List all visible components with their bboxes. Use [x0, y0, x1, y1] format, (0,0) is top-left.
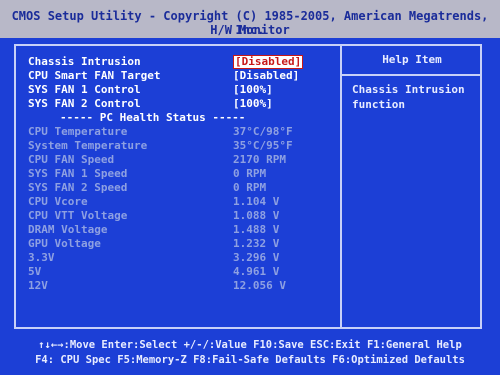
- setting-label: CPU Smart FAN Target: [28, 69, 161, 82]
- reading-cpu-vcore: CPU Vcore 1.104 V: [28, 195, 338, 209]
- setting-label: Chassis Intrusion: [28, 55, 141, 68]
- setting-value[interactable]: [Disabled]: [233, 69, 299, 83]
- reading-value: 1.104 V: [233, 195, 280, 208]
- reading-3v3: 3.3V 3.296 V: [28, 251, 338, 265]
- key-hints-line-1: ↑↓←→:Move Enter:Select +/-/:Value F10:Sa…: [38, 339, 462, 351]
- reading-label: System Temperature: [28, 139, 148, 152]
- reading-label: 5V: [28, 265, 42, 278]
- reading-label: 3.3V: [28, 251, 55, 264]
- reading-label: SYS FAN 1 Speed: [28, 167, 128, 180]
- setting-cpu-smart-fan-target[interactable]: CPU Smart FAN Target [Disabled]: [28, 69, 338, 83]
- reading-label: CPU Temperature: [28, 125, 128, 138]
- reading-12v: 12V 12.056 V: [28, 279, 338, 293]
- reading-system-temperature: System Temperature 35°C/95°F: [28, 139, 338, 153]
- reading-cpu-fan-speed: CPU FAN Speed 2170 RPM: [28, 153, 338, 167]
- reading-value: 0 RPM: [233, 181, 267, 194]
- reading-label: GPU Voltage: [28, 237, 101, 250]
- setting-sys-fan-2-control[interactable]: SYS FAN 2 Control [100%]: [28, 97, 338, 111]
- reading-gpu-voltage: GPU Voltage 1.232 V: [28, 237, 338, 251]
- setting-value[interactable]: [100%]: [233, 83, 273, 97]
- reading-value: 35°C/95°F: [233, 139, 293, 152]
- setting-value[interactable]: [100%]: [233, 97, 273, 111]
- help-panel-title: Help Item: [382, 53, 442, 66]
- reading-value: 1.488 V: [233, 223, 280, 236]
- setting-value-selected[interactable]: [Disabled]: [233, 55, 304, 69]
- setting-label: SYS FAN 2 Control: [28, 97, 141, 110]
- reading-label: CPU VTT Voltage: [28, 209, 128, 222]
- reading-value: 2170 RPM: [233, 153, 286, 166]
- setting-chassis-intrusion[interactable]: Chassis Intrusion [Disabled]: [28, 55, 338, 69]
- reading-value: 4.961 V: [233, 265, 280, 278]
- reading-sys-fan-1-speed: SYS FAN 1 Speed 0 RPM: [28, 167, 338, 181]
- reading-cpu-vtt-voltage: CPU VTT Voltage 1.088 V: [28, 209, 338, 223]
- bios-screen: CMOS Setup Utility - Copyright (C) 1985-…: [0, 0, 500, 375]
- reading-label: CPU FAN Speed: [28, 153, 115, 166]
- reading-label: CPU Vcore: [28, 195, 88, 208]
- panel-divider: [340, 44, 342, 329]
- reading-label: SYS FAN 2 Speed: [28, 181, 128, 194]
- page-title: H/W Monitor: [210, 23, 290, 37]
- setting-sys-fan-1-control[interactable]: SYS FAN 1 Control [100%]: [28, 83, 338, 97]
- reading-value: 1.088 V: [233, 209, 280, 222]
- help-divider: [341, 74, 481, 76]
- reading-cpu-temperature: CPU Temperature 37°C/98°F: [28, 125, 338, 139]
- reading-5v: 5V 4.961 V: [28, 265, 338, 279]
- reading-dram-voltage: DRAM Voltage 1.488 V: [28, 223, 338, 237]
- reading-label: 12V: [28, 279, 48, 292]
- reading-value: 3.296 V: [233, 251, 280, 264]
- reading-value: 12.056 V: [233, 279, 286, 292]
- key-hints-line-2: F4: CPU Spec F5:Memory-Z F8:Fail-Safe De…: [35, 354, 465, 366]
- section-heading-pc-health: ----- PC Health Status -----: [60, 111, 246, 124]
- help-panel-text: Chassis Intrusion function: [352, 83, 465, 111]
- reading-value: 1.232 V: [233, 237, 280, 250]
- title-bar: CMOS Setup Utility - Copyright (C) 1985-…: [0, 0, 500, 38]
- reading-label: DRAM Voltage: [28, 223, 108, 236]
- reading-sys-fan-2-speed: SYS FAN 2 Speed 0 RPM: [28, 181, 338, 195]
- reading-value: 0 RPM: [233, 167, 267, 180]
- setting-label: SYS FAN 1 Control: [28, 83, 141, 96]
- reading-value: 37°C/98°F: [233, 125, 293, 138]
